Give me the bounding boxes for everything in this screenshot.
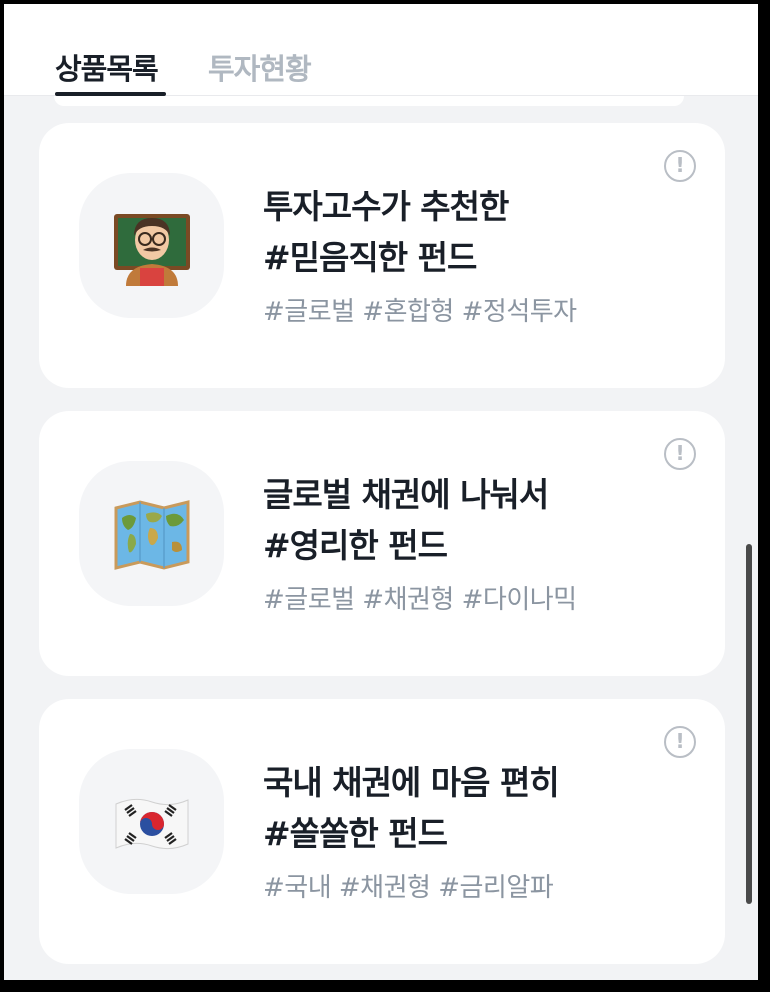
scrollbar[interactable] [746, 544, 752, 904]
tab-header: 상품목록 투자현황 [4, 4, 758, 96]
info-icon[interactable]: ! [664, 438, 696, 470]
info-icon[interactable]: ! [664, 150, 696, 182]
korea-flag-emoji-icon [79, 749, 224, 894]
app-screen: 상품목록 투자현황 ! 투자고수가 추천한 #믿음직한 펀드 #글로벌 #혼합형… [4, 4, 758, 980]
previous-card-edge [54, 96, 684, 106]
fund-title: 국내 채권에 마음 편히 #쏠쏠한 펀드 [263, 757, 560, 859]
fund-title: 글로벌 채권에 나눠서 #영리한 펀드 [263, 469, 549, 571]
fund-title-line2: #영리한 펀드 [263, 526, 448, 565]
fund-card[interactable]: ! 국내 채권에 마음 편히 #쏠쏠한 펀드 #국내 #채권형 #금리알파 [39, 699, 725, 964]
info-icon[interactable]: ! [664, 726, 696, 758]
fund-card[interactable]: ! 투자고수가 추천한 #믿음직한 펀드 #글로벌 #혼합형 #정석투자 [39, 123, 725, 388]
fund-title-line1: 글로벌 채권에 나눠서 [263, 475, 549, 514]
tab-investment-status[interactable]: 투자현황 [208, 46, 312, 88]
tab-product-list[interactable]: 상품목록 [55, 46, 159, 88]
fund-title-line1: 국내 채권에 마음 편히 [263, 763, 560, 802]
fund-tags: #국내 #채권형 #금리알파 [263, 873, 554, 903]
teacher-emoji-icon [79, 173, 224, 318]
fund-tags: #글로벌 #혼합형 #정석투자 [263, 297, 577, 327]
fund-card[interactable]: ! 글로벌 채권에 나눠서 #영리한 펀드 #글로벌 #채권형 #다이나믹 [39, 411, 725, 676]
fund-title-line2: #쏠쏠한 펀드 [263, 814, 448, 853]
fund-title-line2: #믿음직한 펀드 [263, 238, 477, 277]
fund-title-line1: 투자고수가 추천한 [263, 187, 509, 226]
world-map-emoji-icon [79, 461, 224, 606]
fund-title: 투자고수가 추천한 #믿음직한 펀드 [263, 181, 509, 283]
fund-tags: #글로벌 #채권형 #다이나믹 [263, 585, 577, 615]
